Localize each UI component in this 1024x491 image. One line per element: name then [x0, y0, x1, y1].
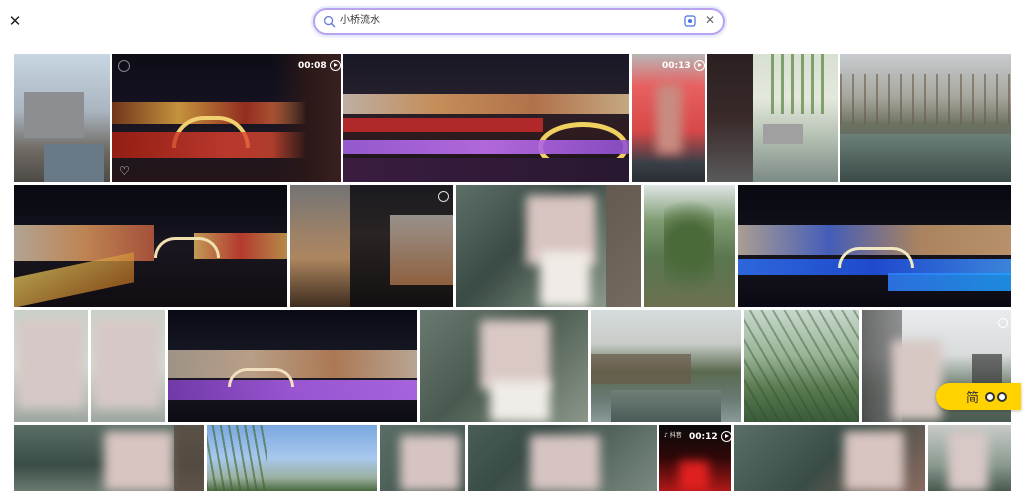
photo-tile[interactable] [928, 425, 1011, 491]
fab-label: 简 [966, 391, 980, 406]
photo-tile[interactable] [14, 425, 204, 491]
tiktok-icon: ♪ [664, 432, 668, 439]
close-button[interactable]: ✕ [7, 12, 23, 30]
eyes-icon [985, 391, 1008, 402]
photo-tile[interactable] [644, 185, 735, 307]
photo-tile[interactable] [343, 54, 629, 182]
video-duration-badge: 00:12 [689, 431, 731, 442]
photo-tile[interactable] [420, 310, 588, 422]
photo-tile[interactable] [707, 54, 838, 182]
video-duration-badge: 00:13 [662, 60, 705, 71]
search-input[interactable] [340, 14, 670, 28]
photo-tile[interactable] [591, 310, 741, 422]
play-icon [329, 60, 341, 71]
select-circle-icon[interactable] [438, 191, 449, 202]
select-circle-icon[interactable] [998, 318, 1008, 328]
video-duration-badge: 00:08 [298, 60, 341, 71]
photo-tile[interactable] [14, 185, 287, 307]
video-tile[interactable]: 00:13 [632, 54, 705, 182]
photo-tile[interactable] [738, 185, 1011, 307]
tiktok-watermark: ♪ 抖音 [664, 432, 682, 439]
search-bar[interactable]: ✕ [313, 8, 725, 35]
video-tile[interactable]: 00:08 ♡ [112, 54, 341, 182]
photo-tile[interactable] [207, 425, 377, 491]
floating-assistant-button[interactable]: 简 [936, 383, 1021, 410]
clear-search-button[interactable]: ✕ [705, 13, 715, 27]
photo-tile[interactable] [744, 310, 859, 422]
photo-tile[interactable] [734, 425, 925, 491]
photo-tile[interactable] [14, 310, 165, 422]
select-circle-icon[interactable] [118, 60, 130, 72]
photo-tile[interactable] [14, 54, 110, 182]
play-icon [693, 60, 705, 71]
image-search-icon[interactable] [684, 15, 696, 27]
favorite-heart-icon[interactable]: ♡ [119, 164, 130, 178]
photo-tile[interactable] [290, 185, 453, 307]
play-icon [720, 431, 731, 442]
photo-tile[interactable] [380, 425, 657, 491]
photo-tile[interactable] [456, 185, 641, 307]
photo-tile[interactable] [840, 54, 1011, 182]
search-icon [323, 15, 336, 28]
photo-tile[interactable] [168, 310, 417, 422]
